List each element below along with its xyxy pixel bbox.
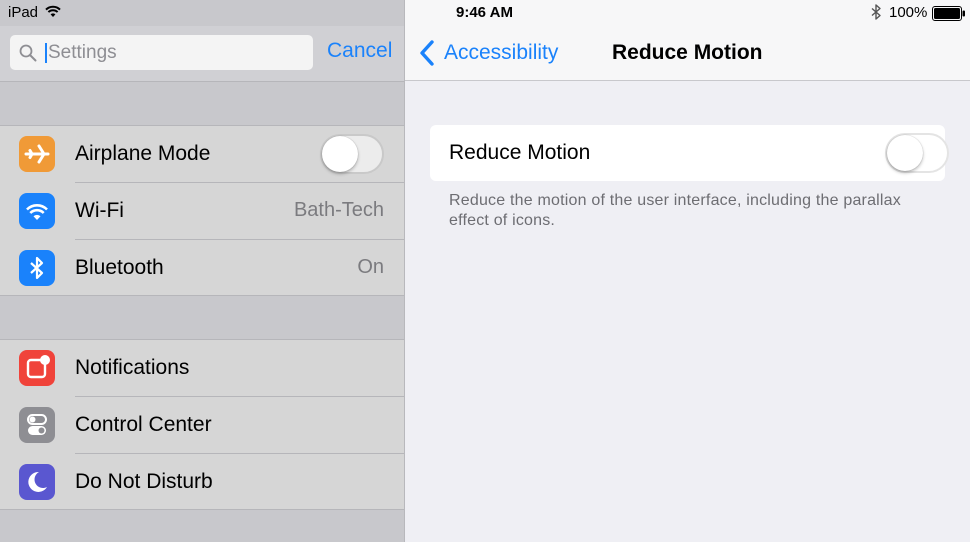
sidebar-item-label: Wi-Fi	[75, 199, 124, 222]
search-input[interactable]	[48, 35, 298, 70]
battery-percent: 100%	[889, 4, 928, 21]
reduce-motion-toggle[interactable]	[885, 133, 949, 173]
airplane-mode-toggle[interactable]	[320, 134, 384, 174]
setting-description: Reduce the motion of the user interface,…	[449, 192, 901, 229]
sidebar-item-label: Notifications	[75, 356, 190, 379]
status-bar-left: iPad	[0, 0, 404, 26]
sidebar-item-label: Bluetooth	[75, 256, 164, 279]
master-pane: iPad Cancel	[0, 0, 404, 542]
settings-group-system: Notifications Control Center Do Not Dist…	[0, 339, 404, 510]
bluetooth-status-value: On	[357, 256, 384, 278]
battery-icon	[932, 6, 966, 21]
sidebar-item-label: Airplane Mode	[75, 142, 211, 165]
toggle-knob	[322, 136, 358, 172]
text-cursor	[45, 43, 47, 63]
navigation-bar: 9:46 AM 100% Accessibility Reduce Motion	[405, 0, 970, 81]
cancel-button[interactable]: Cancel	[327, 39, 392, 63]
sidebar-item-notifications[interactable]: Notifications	[0, 340, 404, 397]
sidebar-item-airplane-mode[interactable]: Airplane Mode	[0, 126, 404, 183]
wifi-icon	[19, 193, 55, 229]
reduce-motion-cell: Reduce Motion	[430, 125, 949, 181]
sidebar-item-do-not-disturb[interactable]: Do Not Disturb	[0, 454, 404, 511]
sidebar-item-control-center[interactable]: Control Center	[0, 397, 404, 454]
toggle-knob	[887, 135, 923, 171]
wifi-icon	[44, 4, 62, 18]
setting-label: Reduce Motion	[449, 141, 591, 164]
section-spacer	[0, 296, 404, 340]
airplane-icon	[19, 136, 55, 172]
moon-icon	[19, 464, 55, 500]
sidebar-item-label: Control Center	[75, 413, 212, 436]
detail-pane: 9:46 AM 100% Accessibility Reduce Motion	[405, 0, 970, 542]
bluetooth-icon	[871, 4, 881, 20]
chevron-left-icon	[419, 40, 435, 66]
notifications-icon	[19, 350, 55, 386]
search-field[interactable]	[10, 35, 313, 70]
control-center-icon	[19, 407, 55, 443]
status-time: 9:46 AM	[456, 4, 513, 21]
carrier-label: iPad	[8, 4, 39, 21]
sidebar-item-wifi[interactable]: Wi-Fi Bath-Tech	[0, 183, 404, 240]
back-button-label: Accessibility	[444, 41, 559, 64]
settings-group-connectivity: Airplane Mode Wi-Fi Bath-Tech Bluetooth …	[0, 125, 404, 296]
search-icon	[19, 44, 37, 62]
bluetooth-icon	[19, 250, 55, 286]
section-spacer	[0, 81, 404, 125]
search-bar: Cancel	[0, 26, 404, 81]
wifi-network-value: Bath-Tech	[293, 199, 384, 221]
sidebar-item-bluetooth[interactable]: Bluetooth On	[0, 240, 404, 297]
page-title: Reduce Motion	[612, 41, 763, 64]
sidebar-item-label: Do Not Disturb	[75, 470, 213, 493]
